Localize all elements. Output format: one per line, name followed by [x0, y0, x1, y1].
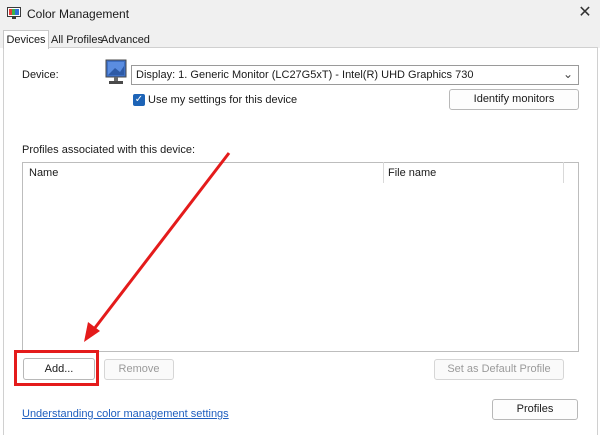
profiles-button[interactable]: Profiles [492, 399, 578, 420]
monitor-icon [105, 59, 127, 84]
remove-button[interactable]: Remove [104, 359, 174, 380]
chevron-down-icon[interactable]: ⌄ [563, 65, 573, 83]
use-my-settings-checkbox[interactable]: ✓ [133, 94, 145, 106]
close-icon[interactable]: ✕ [578, 4, 591, 21]
column-header-file-name[interactable]: File name [388, 167, 436, 179]
tab-advanced[interactable]: Advanced [101, 33, 150, 48]
close-button[interactable]: ✕ [572, 2, 598, 24]
device-select-value: Display: 1. Generic Monitor (LC27G5xT) -… [136, 69, 474, 81]
add-button[interactable]: Add... [23, 358, 95, 380]
color-management-icon [7, 7, 21, 19]
profiles-list[interactable] [22, 162, 579, 352]
device-label: Device: [22, 69, 59, 81]
identify-monitors-button[interactable]: Identify monitors [449, 89, 579, 110]
profiles-section-label: Profiles associated with this device: [22, 144, 196, 156]
column-divider[interactable] [383, 162, 384, 183]
tab-devices[interactable]: Devices [3, 30, 49, 49]
set-default-profile-button[interactable]: Set as Default Profile [434, 359, 564, 380]
window-title: Color Management [27, 7, 130, 21]
tab-all-profiles[interactable]: All Profiles [51, 33, 103, 48]
device-select[interactable]: Display: 1. Generic Monitor (LC27G5xT) -… [131, 65, 579, 85]
use-my-settings-label[interactable]: Use my settings for this device [148, 94, 297, 106]
column-header-name[interactable]: Name [29, 167, 58, 179]
column-divider[interactable] [563, 162, 564, 183]
help-link[interactable]: Understanding color management settings [22, 408, 229, 420]
